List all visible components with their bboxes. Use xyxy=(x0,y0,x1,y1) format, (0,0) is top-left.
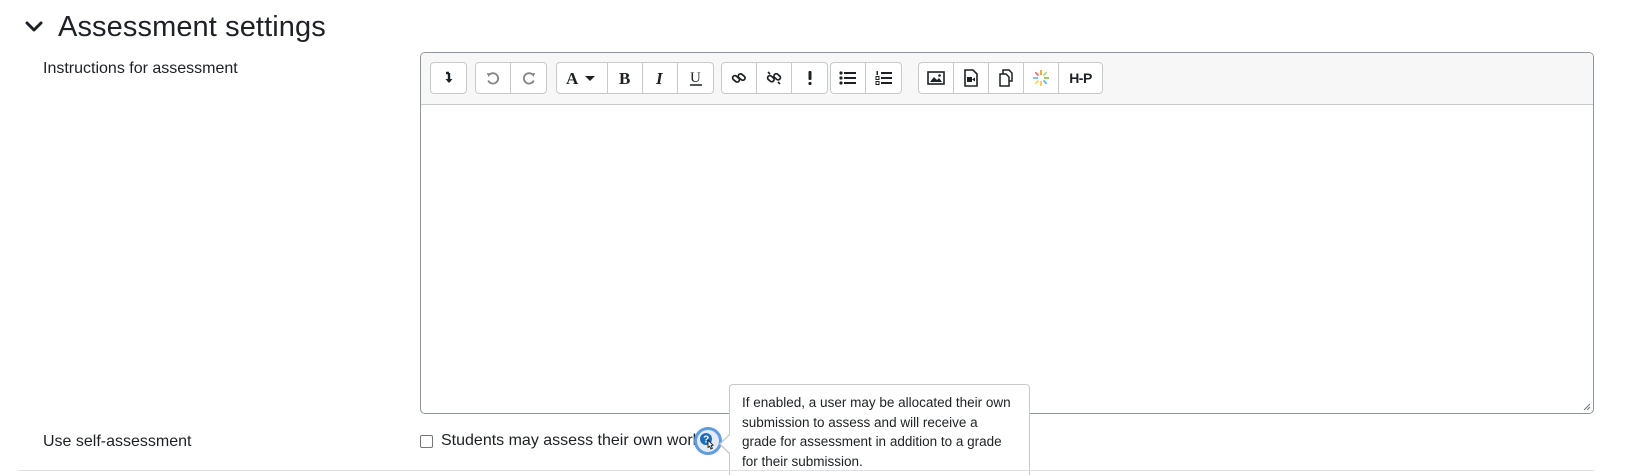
svg-text:A: A xyxy=(566,69,579,87)
numbered-list-button[interactable] xyxy=(866,63,901,93)
italic-icon: I xyxy=(655,69,664,87)
svg-text:I: I xyxy=(655,69,664,87)
self-assessment-label: Use self-assessment xyxy=(43,433,192,450)
svg-text:B: B xyxy=(619,69,630,87)
section-divider xyxy=(18,470,1594,471)
unlink-icon xyxy=(766,71,782,85)
bold-button[interactable]: B xyxy=(608,63,643,93)
chevron-down-icon[interactable] xyxy=(22,15,46,39)
undo-button[interactable] xyxy=(476,63,511,93)
redo-button[interactable] xyxy=(511,63,546,93)
collapse-icon xyxy=(445,71,452,83)
bullet-list-icon xyxy=(839,71,856,85)
h5p-icon: H-P xyxy=(1069,70,1092,86)
insert-image-icon xyxy=(927,71,945,85)
tooltip-arrow-inner xyxy=(721,435,730,453)
editor-content-area[interactable] xyxy=(421,105,1593,413)
manage-files-button[interactable] xyxy=(989,63,1024,93)
font-style-dropdown-icon: A xyxy=(566,69,595,87)
toolbar-group-links xyxy=(721,62,828,94)
accessibility-checker-button[interactable] xyxy=(792,63,827,93)
redo-icon xyxy=(522,72,535,85)
underline-icon: U xyxy=(689,70,702,86)
help-tooltip: If enabled, a user may be allocated thei… xyxy=(729,384,1030,475)
insert-media-button[interactable] xyxy=(954,63,989,93)
collapse-toolbar-button[interactable] xyxy=(431,63,466,93)
help-question-icon: ? xyxy=(700,433,714,450)
self-assessment-checkbox-label[interactable]: Students may assess their own work xyxy=(441,432,701,450)
section-title[interactable]: Assessment settings xyxy=(58,11,326,44)
italic-button[interactable]: I xyxy=(643,63,678,93)
numbered-list-icon xyxy=(875,71,892,85)
underline-button[interactable]: U xyxy=(678,63,713,93)
tooltip-line: If enabled, a user may be allocated thei… xyxy=(742,395,1011,410)
tooltip-line: for their submission. xyxy=(742,454,863,470)
help-button[interactable]: ? xyxy=(694,427,722,455)
self-assessment-checkbox-row: Students may assess their own work xyxy=(420,430,701,452)
font-style-dropdown[interactable]: A xyxy=(557,63,608,93)
toolbar-group-collapse xyxy=(430,62,467,94)
section-header: Assessment settings xyxy=(22,6,326,48)
recording-icon xyxy=(1033,70,1049,86)
insert-media-icon xyxy=(964,69,978,87)
instructions-editor: A B I U H-P xyxy=(420,52,1594,414)
toolbar-group-style: A B I U xyxy=(556,62,714,94)
self-assessment-checkbox[interactable] xyxy=(420,434,433,448)
resize-grip-icon[interactable] xyxy=(1581,401,1591,411)
svg-text:U: U xyxy=(690,70,701,86)
accessibility-checker-icon xyxy=(807,71,812,86)
instructions-label: Instructions for assessment xyxy=(43,60,238,77)
bullet-list-button[interactable] xyxy=(831,63,866,93)
toolbar-group-lists xyxy=(830,62,902,94)
assessment-settings-page: Assessment settings Instructions for ass… xyxy=(0,0,1632,475)
insert-image-button[interactable] xyxy=(919,63,954,93)
undo-icon xyxy=(486,72,499,85)
toolbar-group-history xyxy=(475,62,547,94)
editor-toolbar: A B I U H-P xyxy=(421,53,1593,105)
toolbar-group-insert: H-P xyxy=(918,62,1103,94)
bold-icon: B xyxy=(619,69,630,87)
tooltip-line: grade for assessment in addition to a gr… xyxy=(742,434,1002,450)
h5p-button[interactable]: H-P xyxy=(1059,63,1102,93)
recording-button[interactable] xyxy=(1024,63,1059,93)
link-icon xyxy=(731,72,746,83)
tooltip-line: submission to assess and will receive a xyxy=(742,414,978,430)
manage-files-icon xyxy=(999,69,1013,87)
unlink-button[interactable] xyxy=(757,63,792,93)
link-button[interactable] xyxy=(722,63,757,93)
